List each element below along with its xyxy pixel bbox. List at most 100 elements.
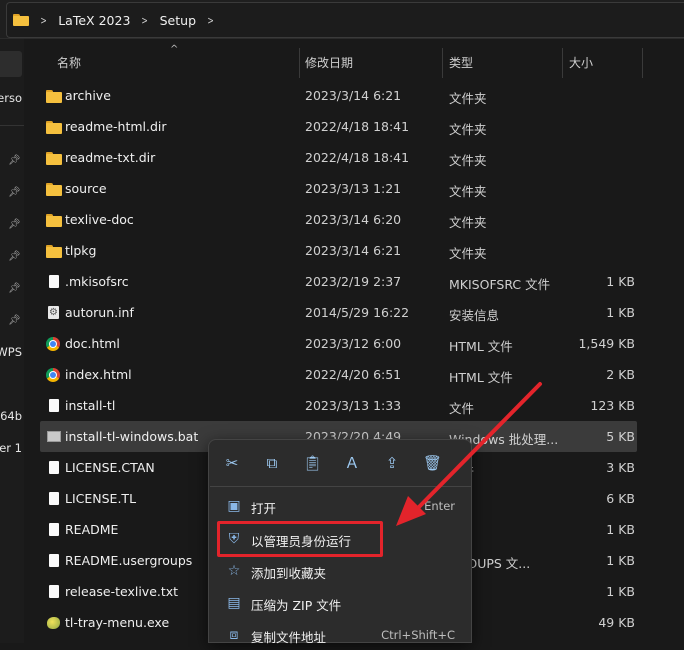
- divider: [0, 125, 24, 126]
- open-icon: ▣: [227, 498, 241, 514]
- table-row[interactable]: .mkisofsrc 2023/2/19 2:37 MKISOFSRC 文件 1 KB: [40, 266, 637, 297]
- paste-icon[interactable]: 📋︎: [303, 454, 322, 472]
- menu-item-compress-zip[interactable]: ▤ 压缩为 ZIP 文件: [215, 588, 465, 618]
- table-row[interactable]: texlive-doc 2023/3/14 6:20 文件夹: [40, 204, 637, 235]
- file-date: 2023/3/13 1:21: [305, 181, 402, 196]
- rename-icon[interactable]: Ａ: [343, 454, 361, 472]
- breadcrumb-item-latex[interactable]: LaTeX 2023: [58, 13, 130, 28]
- breadcrumb-item-setup[interactable]: Setup: [160, 13, 196, 28]
- file-size: 1 KB: [606, 553, 635, 568]
- file-date: 2022/4/18 18:41: [305, 119, 410, 134]
- cut-icon[interactable]: ✂: [223, 454, 241, 472]
- file-name: tlpkg: [65, 243, 97, 258]
- column-header-size[interactable]: 大小: [569, 54, 593, 71]
- chrome-icon: [46, 368, 60, 382]
- folder-icon: [46, 88, 62, 104]
- file-type: 文件夹: [449, 246, 487, 261]
- file-icon: [46, 398, 62, 414]
- table-row[interactable]: readme-txt.dir 2022/4/18 18:41 文件夹: [40, 142, 637, 173]
- file-size: 1 KB: [606, 584, 635, 599]
- file-size: 1 KB: [606, 274, 635, 289]
- file-type: 安装信息: [449, 308, 500, 323]
- file-type: 文件: [449, 401, 475, 416]
- file-name: texlive-doc: [65, 212, 134, 227]
- file-name: readme-html.dir: [65, 119, 167, 134]
- file-name: README.usergroups: [65, 553, 193, 568]
- folder-icon: [46, 243, 62, 259]
- file-name: install-tl-windows.bat: [65, 429, 199, 444]
- file-date: 2023/3/14 6:20: [305, 212, 402, 227]
- nav-item-label[interactable]: erso: [0, 91, 22, 105]
- exe-icon: [46, 615, 62, 631]
- chevron-right-icon[interactable]: >: [207, 14, 213, 27]
- nav-selected-item[interactable]: [0, 51, 22, 77]
- file-name: LICENSE.TL: [65, 491, 137, 506]
- column-header-type[interactable]: 类型: [449, 54, 473, 71]
- menu-item-add-to-favorites[interactable]: ☆ 添加到收藏夹: [215, 556, 465, 586]
- file-name: .mkisofsrc: [65, 274, 129, 289]
- table-row[interactable]: readme-html.dir 2022/4/18 18:41 文件夹: [40, 111, 637, 142]
- chevron-right-icon[interactable]: >: [40, 14, 46, 27]
- file-type: HTML 文件: [449, 370, 513, 385]
- file-size: 2 KB: [606, 367, 635, 382]
- pin-icon: 📌︎: [8, 187, 21, 198]
- file-size: 1 KB: [606, 305, 635, 320]
- pin-icon: 📌︎: [8, 251, 21, 262]
- copy-icon[interactable]: ⧉: [263, 454, 281, 472]
- star-icon: ☆: [227, 563, 241, 579]
- pin-icon: 📌︎: [8, 155, 21, 166]
- folder-icon: [46, 119, 62, 135]
- file-date: 2014/5/29 16:22: [305, 305, 410, 320]
- navigation-pane: erso 📌︎ 📌︎ 📌︎ 📌︎ 📌︎ 📌︎ WPS 64b er 1: [0, 39, 24, 643]
- nav-item-label[interactable]: er 1: [0, 441, 22, 455]
- table-row[interactable]: index.html 2022/4/20 6:51 HTML 文件 2 KB: [40, 359, 637, 390]
- file-name: index.html: [65, 367, 132, 382]
- file-icon: [46, 460, 62, 476]
- file-name: install-tl: [65, 398, 116, 413]
- chevron-right-icon[interactable]: >: [142, 14, 148, 27]
- nav-item-label[interactable]: 64b: [0, 409, 22, 423]
- table-row[interactable]: autorun.inf 2014/5/29 16:22 安装信息 1 KB: [40, 297, 637, 328]
- menu-item-open[interactable]: ▣ 打开 Enter: [215, 491, 465, 521]
- table-row[interactable]: source 2023/3/13 1:21 文件夹: [40, 173, 637, 204]
- share-icon[interactable]: ⇪: [383, 454, 401, 472]
- file-name: doc.html: [65, 336, 120, 351]
- file-icon: [46, 584, 62, 600]
- folder-icon: [46, 150, 62, 166]
- column-divider[interactable]: [299, 48, 300, 78]
- menu-item-label: 添加到收藏夹: [251, 566, 327, 581]
- column-divider[interactable]: [442, 48, 443, 78]
- menu-item-copy-path[interactable]: ⧈ 复制文件地址 Ctrl+Shift+C: [215, 620, 465, 650]
- folder-icon: [46, 181, 62, 197]
- copy-path-icon: ⧈: [229, 627, 239, 643]
- file-name: README: [65, 522, 119, 537]
- delete-icon[interactable]: 🗑︎: [423, 454, 442, 472]
- pin-icon: 📌︎: [8, 315, 21, 326]
- table-row[interactable]: tlpkg 2023/3/14 6:21 文件夹: [40, 235, 637, 266]
- file-date: 2022/4/18 18:41: [305, 150, 410, 165]
- file-type: 文件夹: [449, 184, 487, 199]
- file-date: 2023/3/13 1:33: [305, 398, 402, 413]
- pin-icon: 📌︎: [8, 283, 21, 294]
- nav-item-label[interactable]: WPS: [0, 345, 22, 359]
- file-icon: [46, 522, 62, 538]
- column-header-date[interactable]: 修改日期: [305, 54, 353, 71]
- menu-item-label: 复制文件地址: [251, 630, 327, 645]
- breadcrumb[interactable]: > LaTeX 2023 > Setup >: [6, 2, 684, 38]
- file-name: source: [65, 181, 107, 196]
- file-name: autorun.inf: [65, 305, 134, 320]
- file-icon: [46, 491, 62, 507]
- menu-item-shortcut: Enter: [424, 499, 455, 513]
- column-divider[interactable]: [562, 48, 563, 78]
- file-date: 2023/3/14 6:21: [305, 88, 402, 103]
- folder-icon: [13, 14, 29, 26]
- column-divider[interactable]: [642, 48, 643, 78]
- table-row[interactable]: archive 2023/3/14 6:21 文件夹: [40, 80, 637, 111]
- table-row[interactable]: doc.html 2023/3/12 6:00 HTML 文件 1,549 KB: [40, 328, 637, 359]
- table-row[interactable]: install-tl 2023/3/13 1:33 文件 123 KB: [40, 390, 637, 421]
- file-size: 3 KB: [606, 460, 635, 475]
- chrome-icon: [46, 337, 60, 351]
- file-name: LICENSE.CTAN: [65, 460, 155, 475]
- column-header-name[interactable]: 名称: [57, 54, 81, 71]
- file-type: 文件夹: [449, 153, 487, 168]
